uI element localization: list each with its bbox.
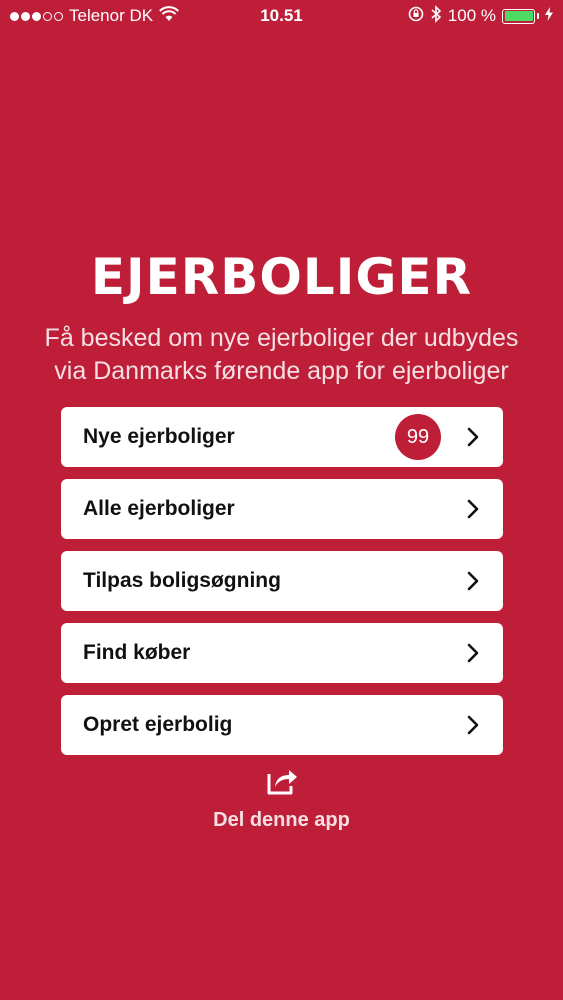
menu-item-label: Find køber <box>83 641 191 664</box>
chevron-right-icon <box>467 715 479 735</box>
count-badge: 99 <box>395 414 441 460</box>
chevron-right-icon <box>467 643 479 663</box>
app-screen: Telenor DK 10.51 100 % EJERBOLIGER Få be… <box>0 0 563 1000</box>
status-left: Telenor DK <box>10 5 180 27</box>
main-menu: Nye ejerboliger 99 Alle ejerboliger Tilp… <box>61 407 503 767</box>
menu-item-nye-ejerboliger[interactable]: Nye ejerboliger 99 <box>61 407 503 467</box>
subtitle-line-1: Få besked om nye ejerboliger der udbydes <box>44 324 519 352</box>
share-icon <box>265 766 299 801</box>
battery-icon <box>502 8 539 24</box>
chevron-right-icon <box>467 499 479 519</box>
menu-item-alle-ejerboliger[interactable]: Alle ejerboliger <box>61 479 503 539</box>
status-right: 100 % <box>408 4 553 28</box>
menu-item-opret-ejerbolig[interactable]: Opret ejerbolig <box>61 695 503 755</box>
bluetooth-icon <box>430 4 442 28</box>
carrier-name: Telenor DK <box>69 6 154 25</box>
battery-percent: 100 % <box>447 6 496 25</box>
charging-icon <box>545 6 553 26</box>
menu-item-find-kober[interactable]: Find køber <box>61 623 503 683</box>
subtitle-line-2: via Danmarks førende app for ejerboliger <box>54 357 509 385</box>
app-subtitle: Få besked om nye ejerboliger der udbydes… <box>0 322 563 388</box>
signal-strength-icon <box>10 11 63 21</box>
menu-item-tilpas-boligsogning[interactable]: Tilpas boligsøgning <box>61 551 503 611</box>
chevron-right-icon <box>467 427 479 447</box>
status-bar: Telenor DK 10.51 100 % <box>0 0 563 32</box>
wifi-icon <box>159 5 180 27</box>
app-title: EJERBOLIGER <box>90 248 473 306</box>
menu-item-label: Nye ejerboliger <box>83 425 235 448</box>
chevron-right-icon <box>467 571 479 591</box>
share-app-button[interactable]: Del denne app <box>0 766 563 832</box>
menu-item-label: Tilpas boligsøgning <box>83 569 281 592</box>
menu-item-label: Alle ejerboliger <box>83 497 235 520</box>
share-label: Del denne app <box>213 809 350 831</box>
menu-item-label: Opret ejerbolig <box>83 713 233 736</box>
rotation-lock-icon <box>408 6 424 27</box>
